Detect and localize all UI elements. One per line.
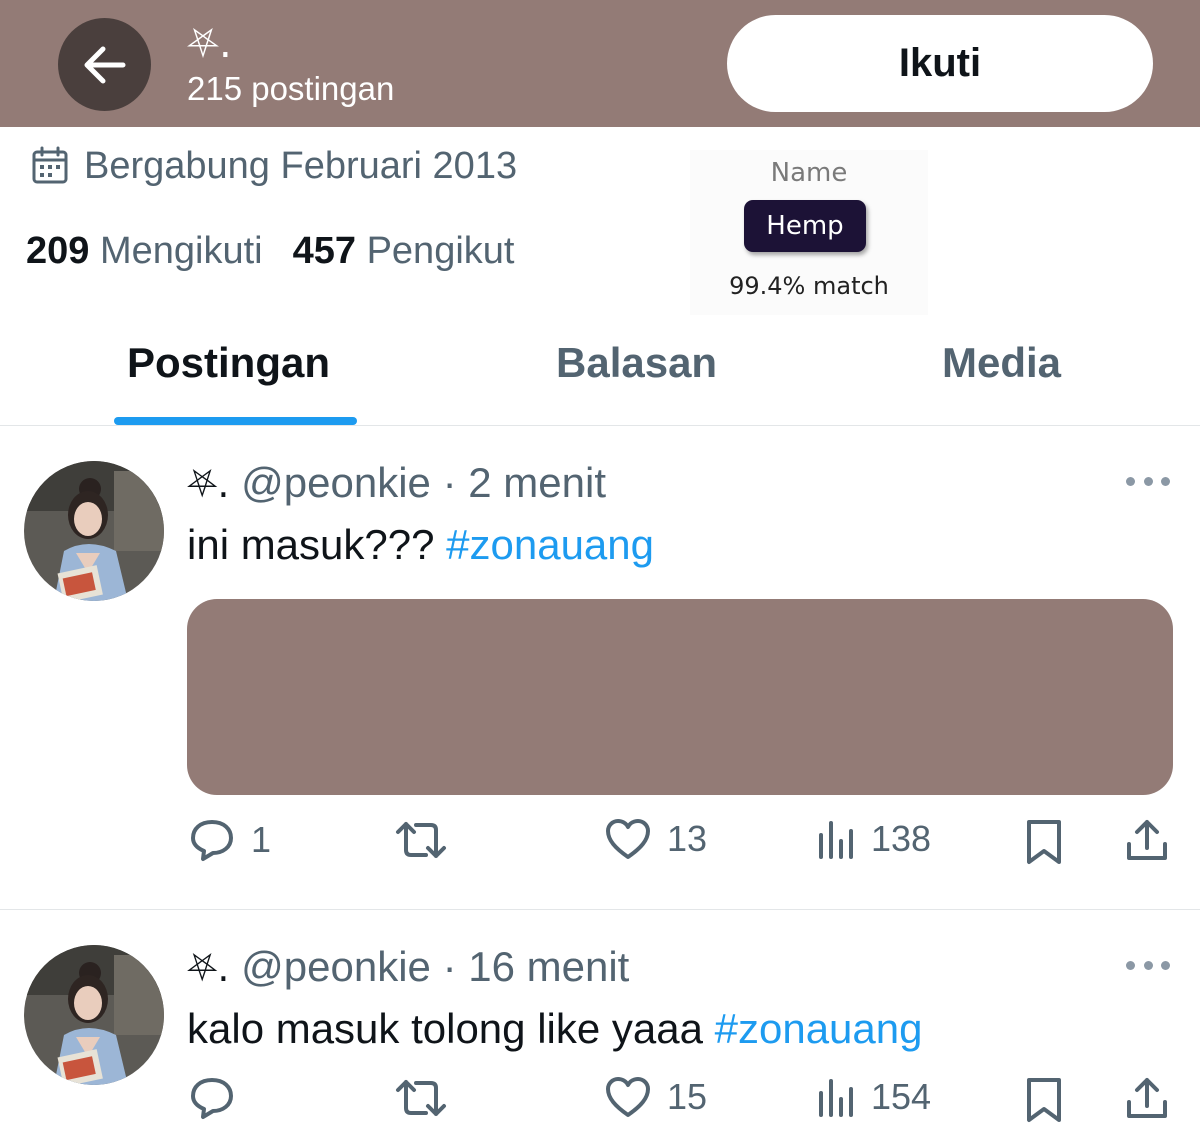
heart-icon [606, 1077, 650, 1117]
post-text: ini masuk??? #zonauang [187, 520, 654, 570]
post-handle[interactable]: @peonkie [241, 459, 431, 506]
repost-button[interactable] [394, 818, 448, 862]
hashtag-link[interactable]: #zonauang [446, 521, 654, 568]
like-button[interactable]: 13 [605, 818, 707, 860]
profile-tabs: Postingan Balasan Media [0, 330, 1200, 426]
following-count: 209 [26, 230, 90, 272]
post-item[interactable]: ⛧. @peonkie · 16 menit kalo masuk tolong… [0, 910, 1200, 1145]
avatar[interactable] [24, 461, 164, 601]
post-body: ini masuk??? [187, 521, 447, 568]
sticker-name-pill: Hemp [744, 200, 866, 252]
post-meta: ⛧. @peonkie · 16 menit [187, 942, 629, 993]
hashtag-link[interactable]: #zonauang [715, 1005, 923, 1052]
avatar-photo [24, 945, 164, 1085]
active-tab-indicator [114, 417, 357, 425]
followers-count: 457 [292, 230, 357, 272]
post-time[interactable]: 16 menit [468, 943, 629, 990]
post-media-redacted[interactable] [187, 599, 1173, 795]
post-meta: ⛧. @peonkie · 2 menit [187, 458, 606, 509]
tab-media[interactable]: Media [942, 338, 1061, 388]
joined-date: Bergabung Februari 2013 [30, 143, 517, 189]
bookmark-icon [1027, 820, 1061, 864]
post-actions: 15 154 [0, 1076, 1200, 1136]
reply-icon [191, 820, 233, 861]
post-actions: 1 13 138 [0, 818, 1200, 878]
views-icon [819, 1079, 853, 1117]
share-button[interactable] [1125, 1076, 1169, 1120]
profile-header: ⛧. 215 postingan Ikuti [0, 0, 1200, 127]
more-options-icon[interactable] [1126, 959, 1170, 971]
like-count: 15 [667, 1076, 708, 1117]
sticker-label: Name [770, 158, 848, 188]
joined-text: Bergabung Februari 2013 [84, 145, 518, 187]
post-text: kalo masuk tolong like yaaa #zonauang [187, 1004, 923, 1054]
repost-button[interactable] [394, 1076, 448, 1120]
follow-button[interactable]: Ikuti [727, 15, 1153, 112]
views-button[interactable]: 138 [817, 818, 931, 860]
views-button[interactable]: 154 [817, 1076, 931, 1118]
arrow-left-icon [84, 46, 125, 83]
views-count: 138 [871, 818, 932, 859]
name-match-sticker: Name Hemp 99.4% match [690, 150, 928, 315]
tab-balasan[interactable]: Balasan [556, 338, 717, 388]
back-button[interactable] [58, 18, 151, 111]
header-display-name: ⛧. [187, 21, 232, 67]
views-icon [819, 821, 853, 859]
post-display-name[interactable]: ⛧. [187, 462, 229, 506]
follow-stats: 209 Mengikuti 457 Pengikut [26, 228, 544, 274]
repost-icon [396, 822, 446, 858]
reply-count: 1 [251, 819, 272, 860]
like-button[interactable]: 15 [605, 1076, 707, 1118]
heart-icon [606, 819, 650, 859]
share-icon [1127, 1078, 1167, 1118]
views-count: 154 [871, 1076, 932, 1117]
post-handle[interactable]: @peonkie [241, 943, 431, 990]
sticker-match: 99.4% match [729, 272, 889, 300]
reply-icon [191, 1078, 233, 1119]
avatar-photo [24, 461, 164, 601]
bookmark-button[interactable] [1024, 1076, 1064, 1124]
repost-icon [396, 1080, 446, 1116]
post-item[interactable]: ⛧. @peonkie · 2 menit ini masuk??? #zona… [0, 426, 1200, 909]
meta-separator: · [442, 459, 457, 506]
post-display-name[interactable]: ⛧. [187, 946, 229, 990]
meta-separator: · [442, 943, 457, 990]
calendar-icon [32, 146, 68, 184]
following-label: Mengikuti [99, 230, 263, 272]
followers-label: Pengikut [366, 230, 515, 272]
like-count: 13 [667, 818, 708, 859]
header-post-count: 215 postingan [187, 70, 395, 107]
followers-stat[interactable]: 457 Pengikut [293, 228, 515, 274]
share-button[interactable] [1125, 818, 1169, 862]
more-options-icon[interactable] [1126, 475, 1170, 487]
post-time[interactable]: 2 menit [468, 459, 606, 506]
reply-button[interactable]: 1 [189, 818, 271, 862]
bookmark-button[interactable] [1024, 818, 1064, 866]
bookmark-icon [1027, 1078, 1061, 1122]
reply-button[interactable] [189, 1076, 251, 1120]
avatar[interactable] [24, 945, 164, 1085]
following-stat[interactable]: 209 Mengikuti [26, 228, 263, 274]
post-body: kalo masuk tolong like yaaa [187, 1005, 715, 1052]
share-icon [1127, 820, 1167, 860]
tab-postingan[interactable]: Postingan [127, 338, 330, 388]
